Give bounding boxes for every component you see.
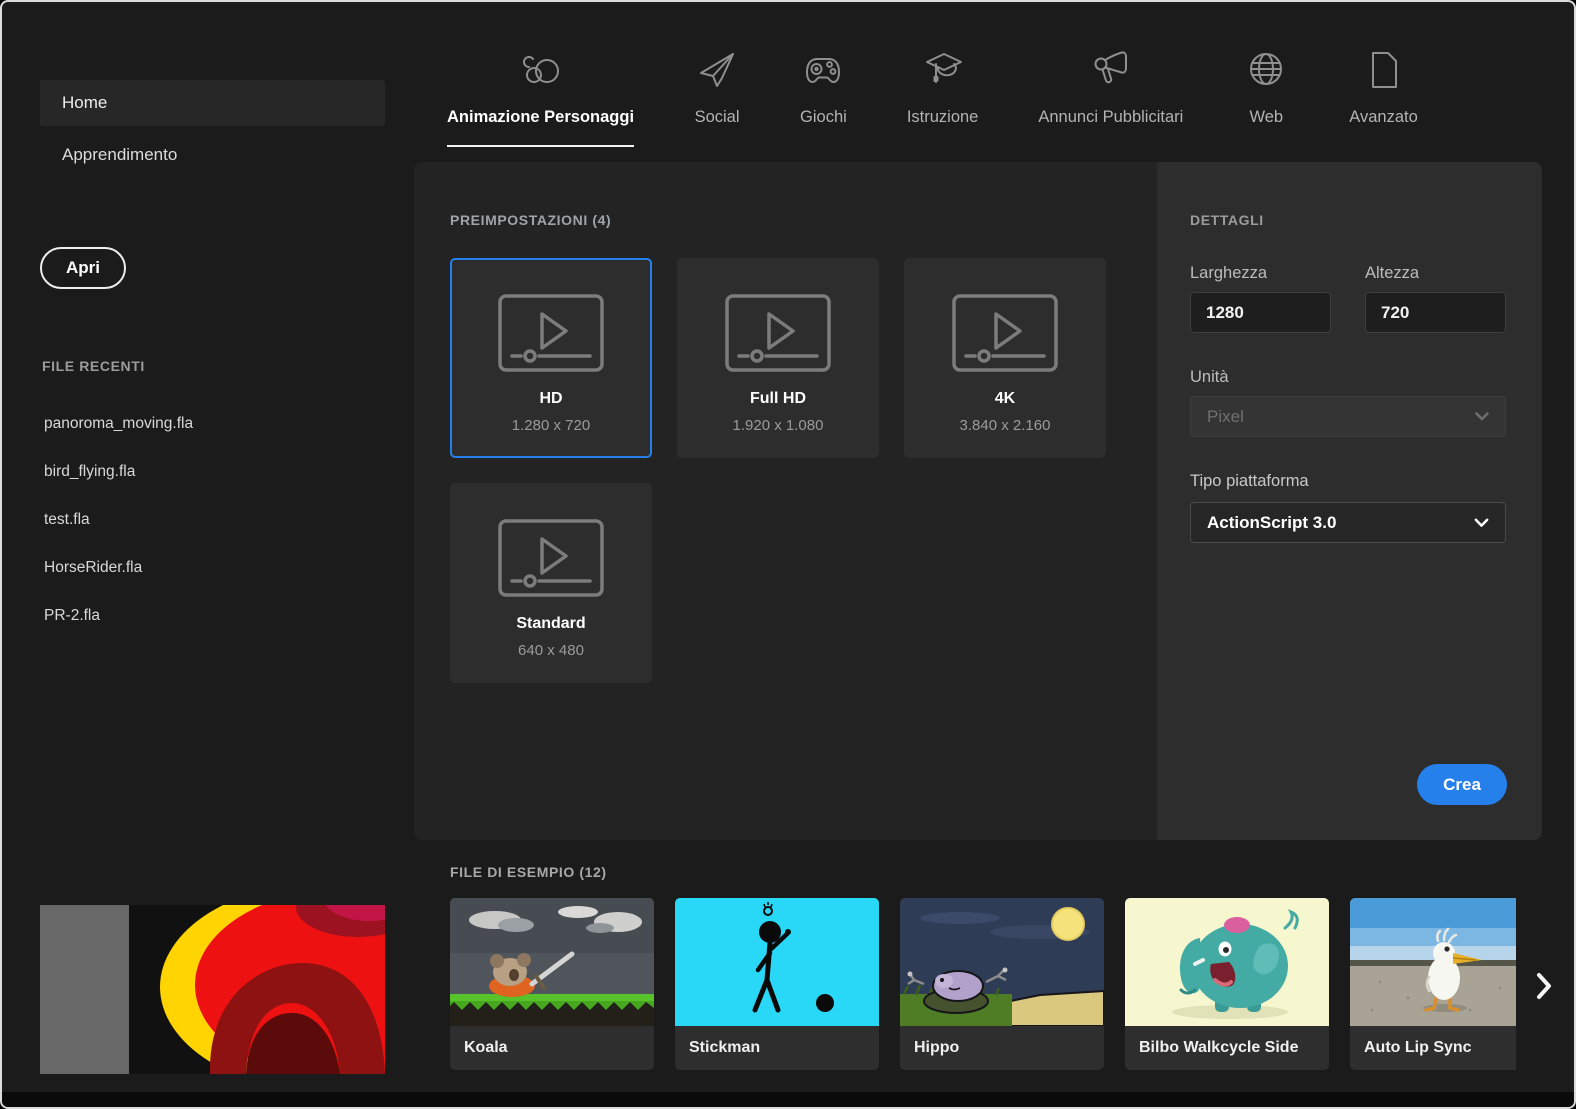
sample-card-koala[interactable]: Koala — [450, 898, 654, 1070]
tab-label: Giochi — [800, 108, 847, 126]
platform-dropdown[interactable]: ActionScript 3.0 — [1190, 502, 1506, 543]
tab-label: Animazione Personaggi — [447, 108, 635, 126]
recent-files-list: panoroma_moving.fla bird_flying.fla test… — [44, 400, 374, 640]
tab-label: Annunci Pubblicitari — [1038, 108, 1184, 126]
tab-ads[interactable]: Annunci Pubblicitari — [1038, 44, 1183, 147]
details-header: DETTAGLI — [1190, 212, 1264, 228]
chevron-right-icon — [1537, 973, 1551, 999]
koala-thumbnail — [450, 898, 654, 1026]
preset-name: 4K — [994, 390, 1016, 407]
video-preset-icon — [498, 294, 604, 372]
preset-size: 3.840 x 2.160 — [959, 417, 1051, 434]
tab-web[interactable]: Web — [1243, 44, 1289, 147]
chevron-down-icon — [1475, 412, 1489, 421]
video-preset-icon — [725, 294, 831, 372]
presets-header: PREIMPOSTAZIONI (4) — [450, 212, 612, 228]
sample-label: Stickman — [689, 1039, 761, 1056]
tab-character-animation[interactable]: Animazione Personaggi — [447, 44, 635, 147]
preset-card-hd[interactable]: HD 1.280 x 720 — [450, 258, 652, 458]
tab-label: Avanzato — [1349, 108, 1418, 126]
create-button[interactable]: Crea — [1417, 764, 1507, 805]
document-icon — [1361, 44, 1407, 96]
platform-label: Tipo piattaforma — [1190, 472, 1309, 490]
tab-label: Social — [694, 108, 740, 126]
preset-size: 640 x 480 — [518, 642, 584, 659]
preset-size: 1.920 x 1.080 — [732, 417, 824, 434]
preset-card-full-hd[interactable]: Full HD 1.920 x 1.080 — [677, 258, 879, 458]
recent-file[interactable]: panoroma_moving.fla — [44, 400, 374, 448]
category-tabs: Animazione Personaggi Social Giochi Istr… — [447, 44, 1418, 147]
graduation-cap-icon — [920, 44, 966, 96]
tab-social[interactable]: Social — [694, 44, 740, 147]
video-preset-icon — [498, 519, 604, 597]
recent-file[interactable]: bird_flying.fla — [44, 448, 374, 496]
preset-card-4k[interactable]: 4K 3.840 x 2.160 — [904, 258, 1106, 458]
stickman-thumbnail — [675, 898, 879, 1026]
bilbo-thumbnail — [1125, 898, 1329, 1026]
sample-label: Bilbo Walkcycle Side — [1139, 1039, 1299, 1056]
preset-size: 1.280 x 720 — [511, 417, 591, 434]
sidebar-item-home[interactable]: Home — [40, 80, 385, 126]
preset-name: Full HD — [750, 390, 806, 407]
sample-label: Koala — [464, 1039, 508, 1056]
megaphone-icon — [1088, 44, 1134, 96]
sidebar-item-learning[interactable]: Apprendimento — [40, 132, 385, 178]
sample-label: Auto Lip Sync — [1364, 1039, 1472, 1056]
animate-start-screen: Home Apprendimento Apri FILE RECENTI pan… — [0, 0, 1576, 1109]
preset-card-standard[interactable]: Standard 640 x 480 — [450, 483, 652, 683]
tab-label: Web — [1249, 108, 1284, 126]
tab-label: Istruzione — [906, 108, 979, 126]
tab-advanced[interactable]: Avanzato — [1349, 44, 1418, 147]
recent-file[interactable]: test.fla — [44, 496, 374, 544]
screaming-face-image — [40, 905, 385, 1074]
preset-name: Standard — [516, 615, 586, 632]
unit-label: Unità — [1190, 368, 1229, 386]
sample-card-hippo[interactable]: Hippo — [900, 898, 1104, 1070]
sample-files-header: FILE DI ESEMPIO (12) — [450, 864, 607, 880]
hippo-thumbnail — [900, 898, 1104, 1026]
preset-grid: HD 1.280 x 720 Full HD 1.920 x 1.080 4K … — [450, 258, 1140, 683]
recent-file[interactable]: HorseRider.fla — [44, 544, 374, 592]
video-preset-icon — [952, 294, 1058, 372]
sidebar-item-label: Home — [62, 93, 108, 112]
preset-name: HD — [539, 390, 563, 407]
platform-value: ActionScript 3.0 — [1207, 512, 1337, 532]
sample-label: Hippo — [914, 1039, 960, 1056]
unit-dropdown[interactable]: Pixel — [1190, 396, 1506, 437]
width-input[interactable] — [1190, 292, 1331, 333]
height-input[interactable] — [1365, 292, 1506, 333]
globe-icon — [1243, 44, 1289, 96]
paper-plane-icon — [694, 44, 740, 96]
height-label: Altezza — [1365, 264, 1420, 282]
sidebar-item-label: Apprendimento — [62, 145, 178, 164]
open-button[interactable]: Apri — [40, 247, 126, 289]
chevron-down-icon — [1474, 518, 1489, 527]
bottom-bar — [2, 1092, 1574, 1107]
character-animation-icon — [517, 44, 565, 96]
sample-card-stickman[interactable]: Stickman — [675, 898, 879, 1070]
recent-files-header: FILE RECENTI — [42, 358, 145, 374]
width-label: Larghezza — [1190, 264, 1268, 282]
auto-lip-sync-thumbnail — [1350, 898, 1516, 1026]
sample-card-auto-lip-sync[interactable]: Auto Lip Sync — [1350, 898, 1516, 1070]
recent-file-preview-thumbnail[interactable] — [40, 905, 385, 1074]
gamepad-icon — [800, 44, 846, 96]
sample-card-bilbo[interactable]: Bilbo Walkcycle Side — [1125, 898, 1329, 1070]
carousel-next-button[interactable] — [1526, 964, 1562, 1008]
tab-games[interactable]: Giochi — [800, 44, 847, 147]
recent-file[interactable]: PR-2.fla — [44, 592, 374, 640]
details-panel: DETTAGLI Larghezza Altezza Unità Pixel T… — [1157, 162, 1542, 840]
unit-value: Pixel — [1207, 406, 1244, 426]
tab-education[interactable]: Istruzione — [906, 44, 979, 147]
sample-files-carousel: Koala Stickman Hippo Bilbo Walkcycle Sid… — [450, 898, 1516, 1074]
